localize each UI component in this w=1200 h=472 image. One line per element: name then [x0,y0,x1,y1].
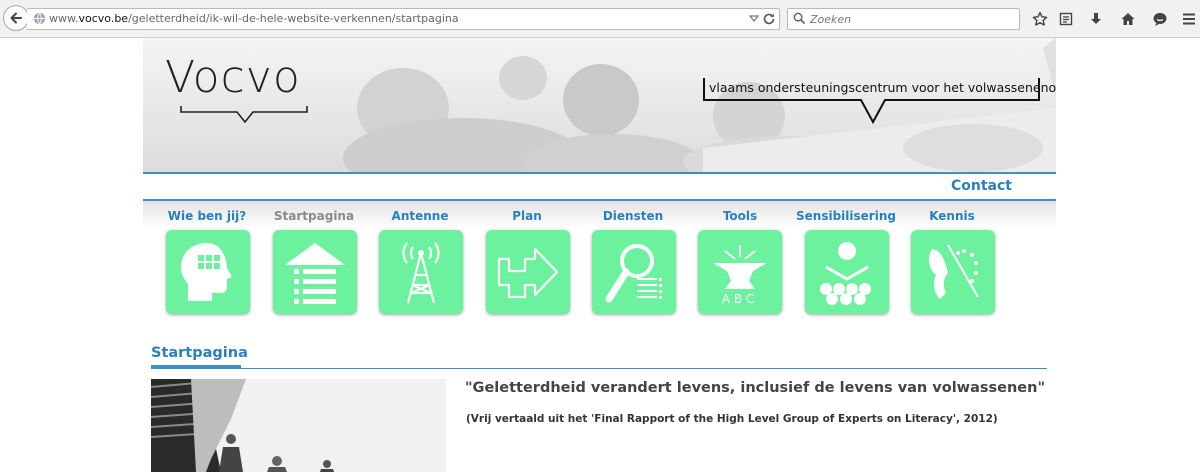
nav-tile-diensten[interactable] [592,230,676,314]
nav-item-kennis[interactable]: Kennis [897,209,1007,223]
site-tagline: vlaams ondersteuningscentrum voor het vo… [709,80,1056,95]
nav-label: Antenne [391,209,449,223]
nav-tile-antenne[interactable] [379,230,463,314]
house-list-icon [285,243,345,304]
nav-label: Wie ben jij? [167,209,247,223]
chat-icon [1153,13,1167,26]
url-text: www.vocvo.be/geletterdheid/ik-wil-de-hel… [49,12,459,25]
download-icon [1091,13,1101,24]
title-underline [151,368,1047,369]
nav-tile-sensibilisering[interactable] [805,230,889,314]
nav-label: Tools [722,209,758,223]
bookmark-star-button[interactable] [1031,10,1049,28]
head-grid-icon [181,243,232,301]
crowd-icon [820,242,871,305]
quote-heading: "Geletterdheid verandert levens, inclusi… [465,380,1045,396]
nav-item-diensten[interactable]: Diensten [578,209,688,223]
nav-tile-tools[interactable]: ABC [698,230,782,314]
lion-eu-flag-icon [929,244,979,299]
globe-icon [33,12,46,25]
downloads-button[interactable] [1087,10,1105,28]
nav-tile-wie-ben-jij[interactable] [166,230,250,314]
quote-source: (Vrij vertaald uit het 'Final Rapport of… [466,413,998,425]
nav-tile-startpagina[interactable] [273,230,357,314]
arrow-path-icon [497,247,559,299]
nav-tile-plan[interactable] [486,230,570,314]
search-input[interactable] [810,11,1010,27]
home-icon [1121,13,1135,25]
site-logo[interactable]: Vocvo [165,52,301,103]
page-title: Startpagina [151,345,248,361]
article-image [151,379,446,472]
nav-item-startpagina[interactable]: Startpagina [259,209,369,223]
nav-label-active: Startpagina [273,209,355,223]
reading-list-icon [1059,12,1073,26]
search-icon [793,12,806,25]
magnifier-list-icon [605,244,662,303]
url-bar[interactable]: www.vocvo.be/geletterdheid/ik-wil-de-hel… [27,8,780,30]
star-icon [1032,11,1048,26]
nav-item-plan[interactable]: Plan [472,209,582,223]
header-divider [143,172,1056,174]
home-button[interactable] [1119,10,1137,28]
back-arrow-icon [10,12,22,24]
nav-item-tools[interactable]: Tools [685,209,795,223]
nav-label: Diensten [602,209,664,223]
logo-speech-bubble [180,106,308,124]
dropdown-icon[interactable] [749,13,759,25]
chat-button[interactable] [1151,10,1169,28]
nav-tile-kennis[interactable] [911,230,995,314]
menu-icon [1183,13,1195,25]
nav-label: Kennis [929,209,975,223]
header-banner: Vocvo vlaams ondersteuningscentrum voor … [143,38,1056,172]
reload-icon[interactable] [762,12,776,26]
antenna-tower-icon [402,242,440,304]
reading-list-button[interactable] [1057,10,1075,28]
search-bar[interactable] [787,8,1020,30]
nav-item-wie-ben-jij[interactable]: Wie ben jij? [152,209,262,223]
nav-label: Plan [512,209,542,223]
back-button[interactable] [3,5,29,31]
svg-text:ABC: ABC [722,292,759,306]
nav-item-antenne[interactable]: Antenne [365,209,475,223]
contact-link[interactable]: Contact [951,178,1012,194]
nav-label: Sensibilisering [796,209,896,223]
anvil-abc-icon: ABC [713,245,767,306]
nav-item-sensibilisering[interactable]: Sensibilisering [791,209,901,223]
browser-toolbar: www.vocvo.be/geletterdheid/ik-wil-de-hel… [0,0,1200,38]
menu-button[interactable] [1180,10,1198,28]
